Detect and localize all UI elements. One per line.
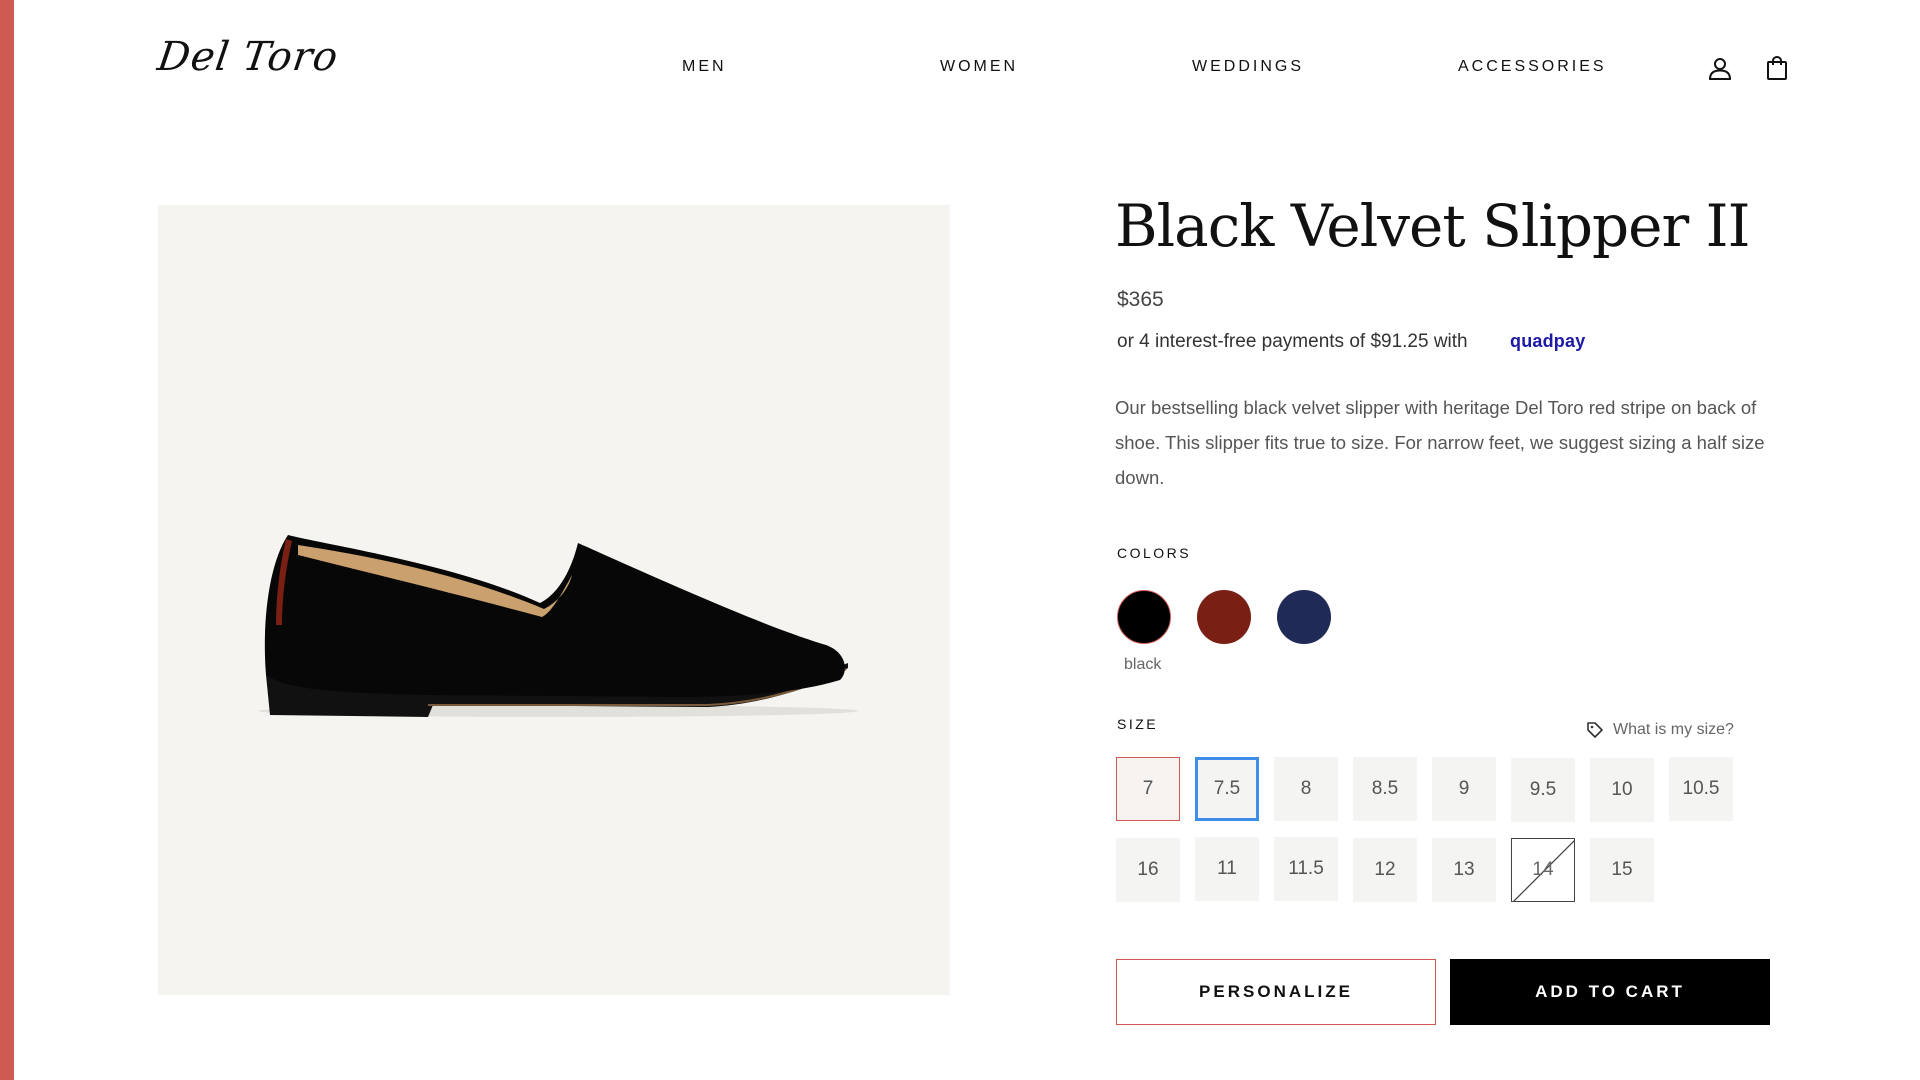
- size-option-10[interactable]: 10: [1590, 758, 1654, 822]
- quadpay-logo[interactable]: quadpay: [1510, 331, 1585, 352]
- color-swatch-black[interactable]: [1117, 590, 1171, 644]
- nav-item-accessories[interactable]: ACCESSORIES: [1458, 58, 1607, 76]
- shopping-bag-icon[interactable]: [1763, 54, 1791, 82]
- account-icon[interactable]: [1706, 54, 1734, 82]
- accent-bar: [0, 0, 14, 1080]
- size-option-15[interactable]: 15: [1590, 838, 1654, 902]
- add-to-cart-button[interactable]: ADD TO CART: [1450, 959, 1770, 1025]
- size-option-14-label: 14: [1532, 859, 1554, 880]
- size-option-13[interactable]: 13: [1432, 838, 1496, 902]
- product-price: $365: [1117, 288, 1164, 311]
- selected-color-caption: black: [1124, 656, 1162, 673]
- size-option-12[interactable]: 12: [1353, 838, 1417, 902]
- nav-item-women[interactable]: WOMEN: [940, 58, 1018, 76]
- color-swatch-burgundy[interactable]: [1197, 590, 1251, 644]
- slipper-illustration: [258, 535, 858, 717]
- size-option-9[interactable]: 9: [1432, 757, 1496, 821]
- product-description: Our bestselling black velvet slipper wit…: [1115, 397, 1765, 488]
- size-option-7-5[interactable]: 7.5: [1195, 757, 1259, 821]
- size-help-link[interactable]: What is my size?: [1585, 720, 1734, 744]
- size-option-8-5[interactable]: 8.5: [1353, 757, 1417, 821]
- size-option-10-5[interactable]: 10.5: [1669, 757, 1733, 821]
- nav-item-men[interactable]: MEN: [682, 58, 727, 76]
- personalize-button[interactable]: PERSONALIZE: [1116, 959, 1436, 1025]
- size-label: SIZE: [1117, 716, 1159, 732]
- size-option-8[interactable]: 8: [1274, 757, 1338, 821]
- size-option-7[interactable]: 7: [1116, 757, 1180, 821]
- size-option-11[interactable]: 11: [1195, 837, 1259, 901]
- product-image: [158, 205, 950, 995]
- size-help-text: What is my size?: [1613, 721, 1734, 738]
- size-option-11-5[interactable]: 11.5: [1274, 837, 1338, 901]
- installment-text: or 4 interest-free payments of $91.25 wi…: [1117, 331, 1468, 352]
- size-option-14-unavailable[interactable]: 14: [1511, 838, 1575, 902]
- nav-item-weddings[interactable]: WEDDINGS: [1192, 58, 1304, 76]
- main-nav: MEN WOMEN WEDDINGS ACCESSORIES: [0, 58, 1920, 82]
- color-swatch-navy[interactable]: [1277, 590, 1331, 644]
- colors-label: COLORS: [1117, 545, 1192, 561]
- tag-icon: [1587, 722, 1603, 738]
- size-option-16[interactable]: 16: [1116, 838, 1180, 902]
- size-option-9-5[interactable]: 9.5: [1511, 758, 1575, 822]
- product-title: Black Velvet Slipper II: [1115, 192, 1750, 260]
